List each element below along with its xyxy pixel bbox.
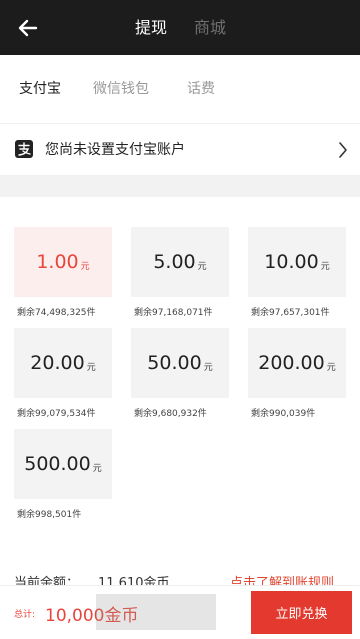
option-amount: 20.00 (30, 352, 85, 374)
option-remaining-stock: 剩余97,168,071件 (134, 308, 213, 318)
withdraw-option-card[interactable]: 50.00 元 (131, 328, 229, 398)
tab-alipay[interactable]: 支付宝 (19, 80, 61, 98)
withdraw-options-grid: 1.00 元 剩余74,498,325件 5.00 元 剩余97,168,071件 … (0, 197, 360, 569)
exchange-now-button[interactable]: 立即兑换 (251, 591, 352, 634)
option-remaining-stock: 剩余74,498,325件 (17, 308, 96, 318)
option-amount: 50.00 (147, 352, 202, 374)
alipay-icon (15, 140, 33, 158)
option-unit: 元 (326, 362, 336, 373)
option-amount: 1.00 (36, 251, 79, 273)
option-amount: 10.00 (264, 251, 319, 273)
total-label: 总计: (14, 610, 36, 620)
option-unit: 元 (92, 463, 102, 474)
option-unit: 元 (203, 362, 213, 373)
withdraw-option-card[interactable]: 20.00 元 (14, 328, 112, 398)
chevron-right-icon (339, 142, 347, 158)
section-divider (0, 175, 360, 197)
option-unit: 元 (320, 261, 330, 272)
option-remaining-stock: 剩余9,680,932件 (134, 409, 207, 419)
arrow-left-icon[interactable] (14, 14, 42, 42)
option-remaining-stock: 剩余99,079,534件 (17, 409, 96, 419)
tab-wechat-wallet[interactable]: 微信钱包 (93, 80, 149, 98)
option-amount: 500.00 (24, 453, 91, 475)
bottom-action-bar: 总计: 10,000金币 立即兑换 (0, 585, 360, 639)
option-unit: 元 (197, 261, 207, 272)
payment-method-tabs: 支付宝 微信钱包 话费 (0, 55, 360, 123)
alipay-account-setup-row[interactable]: 您尚未设置支付宝账户 (0, 123, 360, 175)
top-navigation-bar: 提现 商城 (0, 0, 360, 55)
watermark-logo (96, 594, 216, 630)
tab-withdraw[interactable]: 提现 (135, 18, 167, 38)
withdraw-option-card[interactable]: 5.00 元 (131, 227, 229, 297)
option-unit: 元 (80, 261, 90, 272)
account-status-text: 您尚未设置支付宝账户 (45, 142, 185, 158)
tab-phone-credit[interactable]: 话费 (187, 80, 215, 98)
tab-mall[interactable]: 商城 (194, 18, 226, 38)
withdraw-option-card[interactable]: 10.00 元 (248, 227, 346, 297)
option-unit: 元 (86, 362, 96, 373)
option-remaining-stock: 剩余998,501件 (17, 510, 82, 520)
withdraw-option-card[interactable]: 500.00 元 (14, 429, 112, 499)
option-amount: 5.00 (153, 251, 196, 273)
option-amount: 200.00 (258, 352, 325, 374)
option-remaining-stock: 剩余97,657,301件 (251, 308, 330, 318)
option-remaining-stock: 剩余990,039件 (251, 409, 316, 419)
withdraw-option-card[interactable]: 1.00 元 (14, 227, 112, 297)
withdraw-option-card[interactable]: 200.00 元 (248, 328, 346, 398)
